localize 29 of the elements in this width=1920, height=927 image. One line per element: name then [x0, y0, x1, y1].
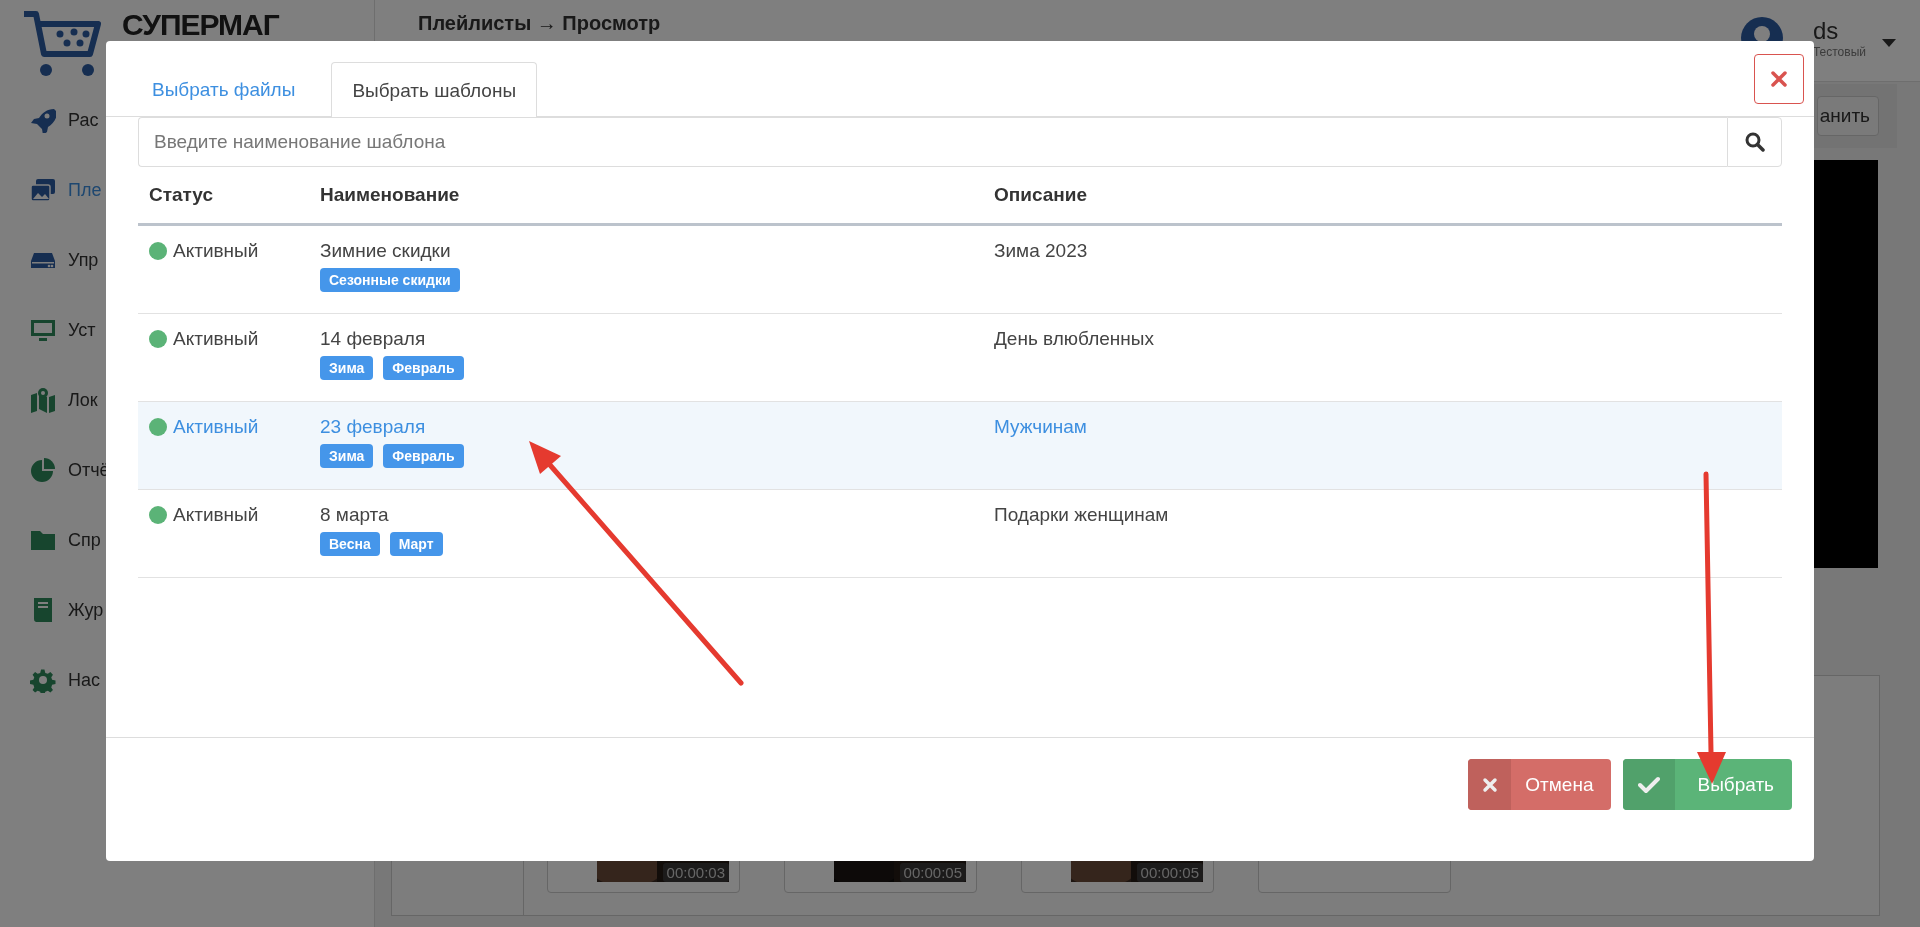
- template-name: 8 марта: [320, 504, 389, 526]
- breadcrumb: Плейлисты → Просмотр: [418, 12, 661, 34]
- template-name: 23 февраля: [320, 416, 426, 438]
- tag: Февраль: [383, 356, 464, 380]
- template-name: 14 февраля: [320, 328, 426, 350]
- tag: Весна: [320, 532, 380, 556]
- tag: Зима: [320, 356, 374, 380]
- tag: Сезонные скидки: [320, 268, 460, 292]
- user-name: ds: [1812, 17, 1840, 45]
- tag: Зима: [320, 444, 374, 468]
- logo-text: СУПЕРМАГ: [122, 10, 279, 40]
- description-text: День влюбленных: [994, 328, 1154, 349]
- description-text: Мужчинам: [994, 416, 1087, 437]
- tag: Март: [389, 532, 443, 556]
- duration-label: 00:00:05: [899, 863, 966, 882]
- duration-label: 00:00:05: [1136, 863, 1203, 882]
- description-text: Подарки женщинам: [994, 504, 1169, 525]
- column-header: Статус: [148, 184, 215, 206]
- column-header: Описание: [993, 184, 1089, 206]
- column-header: Наименование: [319, 184, 461, 206]
- template-name: Зимние скидки: [320, 240, 451, 262]
- duration-label: 00:00:03: [662, 863, 729, 882]
- description-text: Зима 2023: [994, 240, 1088, 261]
- status-text: Активный: [173, 504, 259, 526]
- status-text: Активный: [173, 328, 259, 350]
- status-text: Активный: [173, 240, 259, 262]
- tag: Февраль: [383, 444, 464, 468]
- user-role: Тестовый: [1812, 45, 1866, 59]
- status-text: Активный: [173, 416, 259, 438]
